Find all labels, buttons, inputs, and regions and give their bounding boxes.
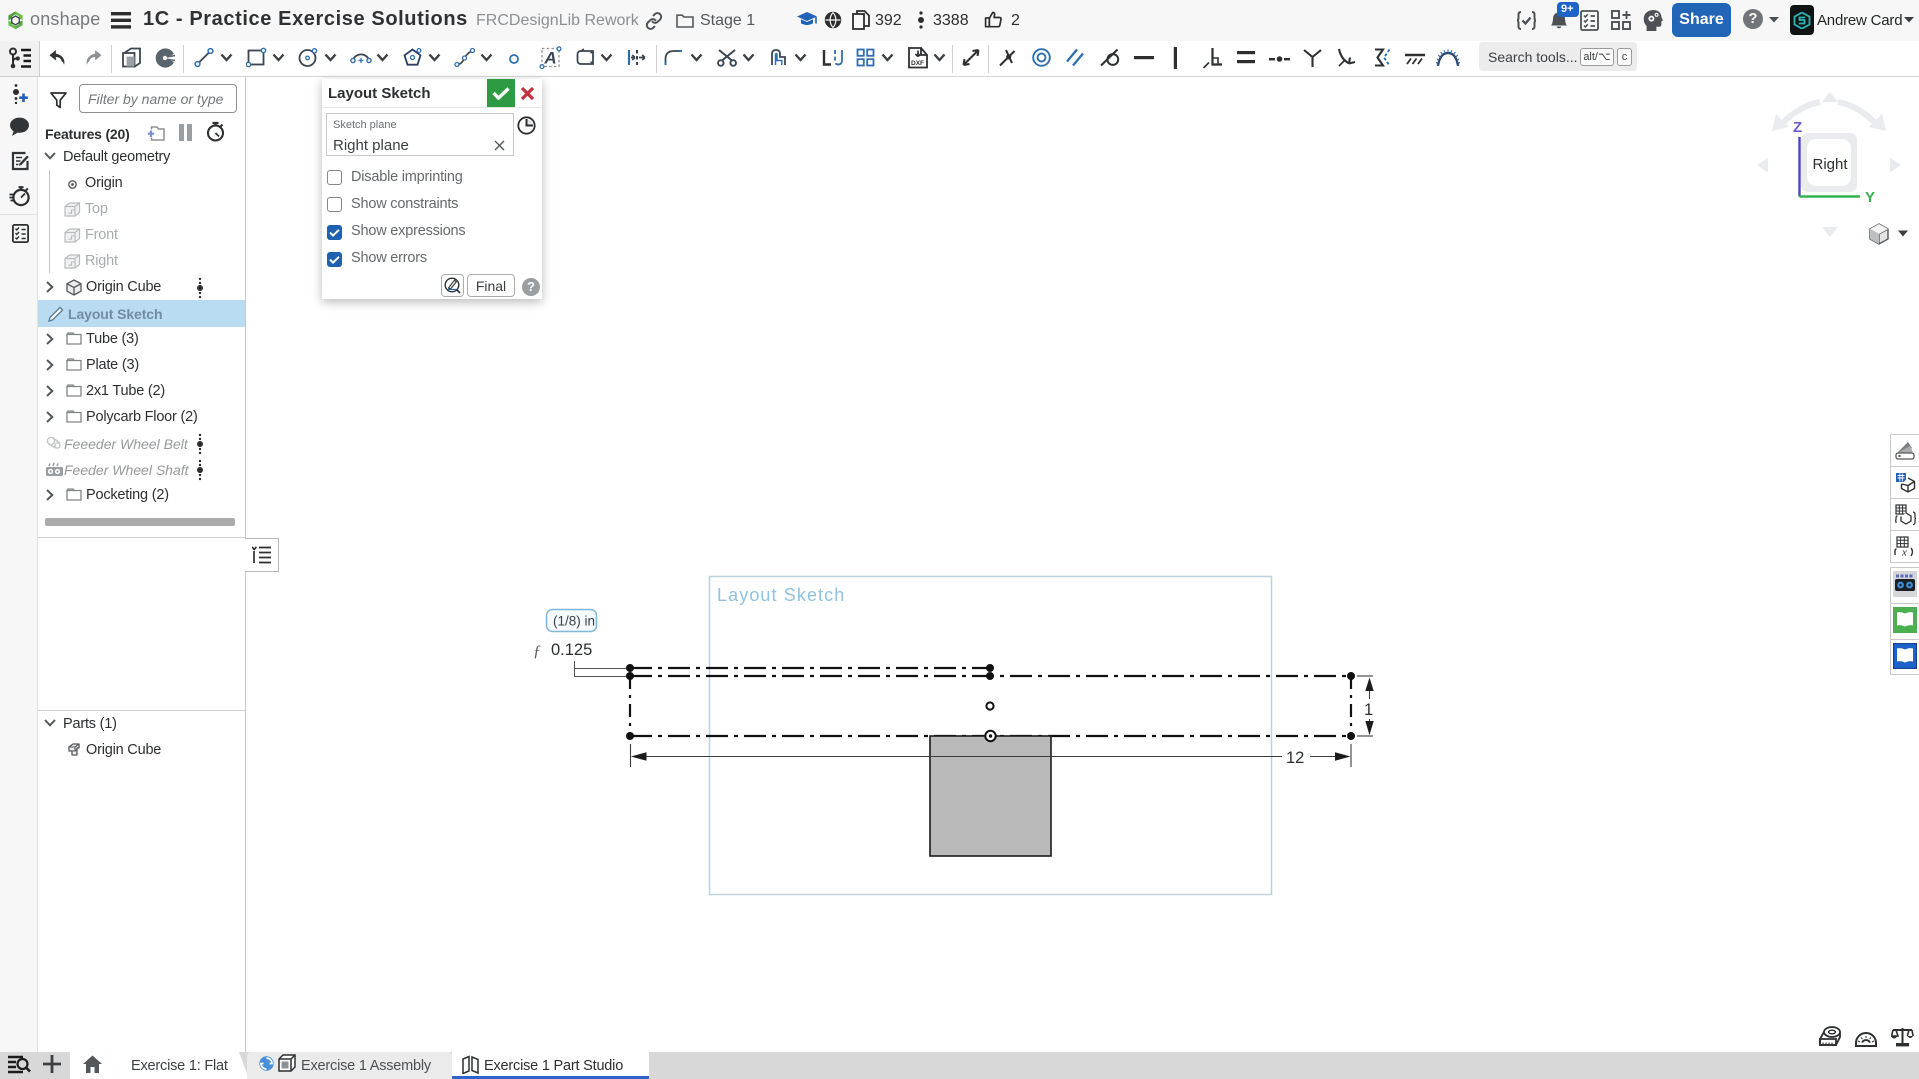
svg-text:12: 12	[1286, 749, 1304, 767]
svg-text:Z: Z	[1793, 119, 1802, 136]
svg-text:Right: Right	[1812, 156, 1848, 173]
svg-text:Layout Sketch: Layout Sketch	[717, 585, 845, 605]
svg-text:0.125: 0.125	[551, 641, 592, 659]
svg-text:x: x	[1901, 547, 1907, 558]
svg-text:Y: Y	[1865, 189, 1875, 206]
svg-text:1: 1	[1364, 701, 1373, 719]
svg-text:(1/8) in: (1/8) in	[553, 614, 595, 629]
svg-text:ƒ: ƒ	[533, 643, 541, 660]
